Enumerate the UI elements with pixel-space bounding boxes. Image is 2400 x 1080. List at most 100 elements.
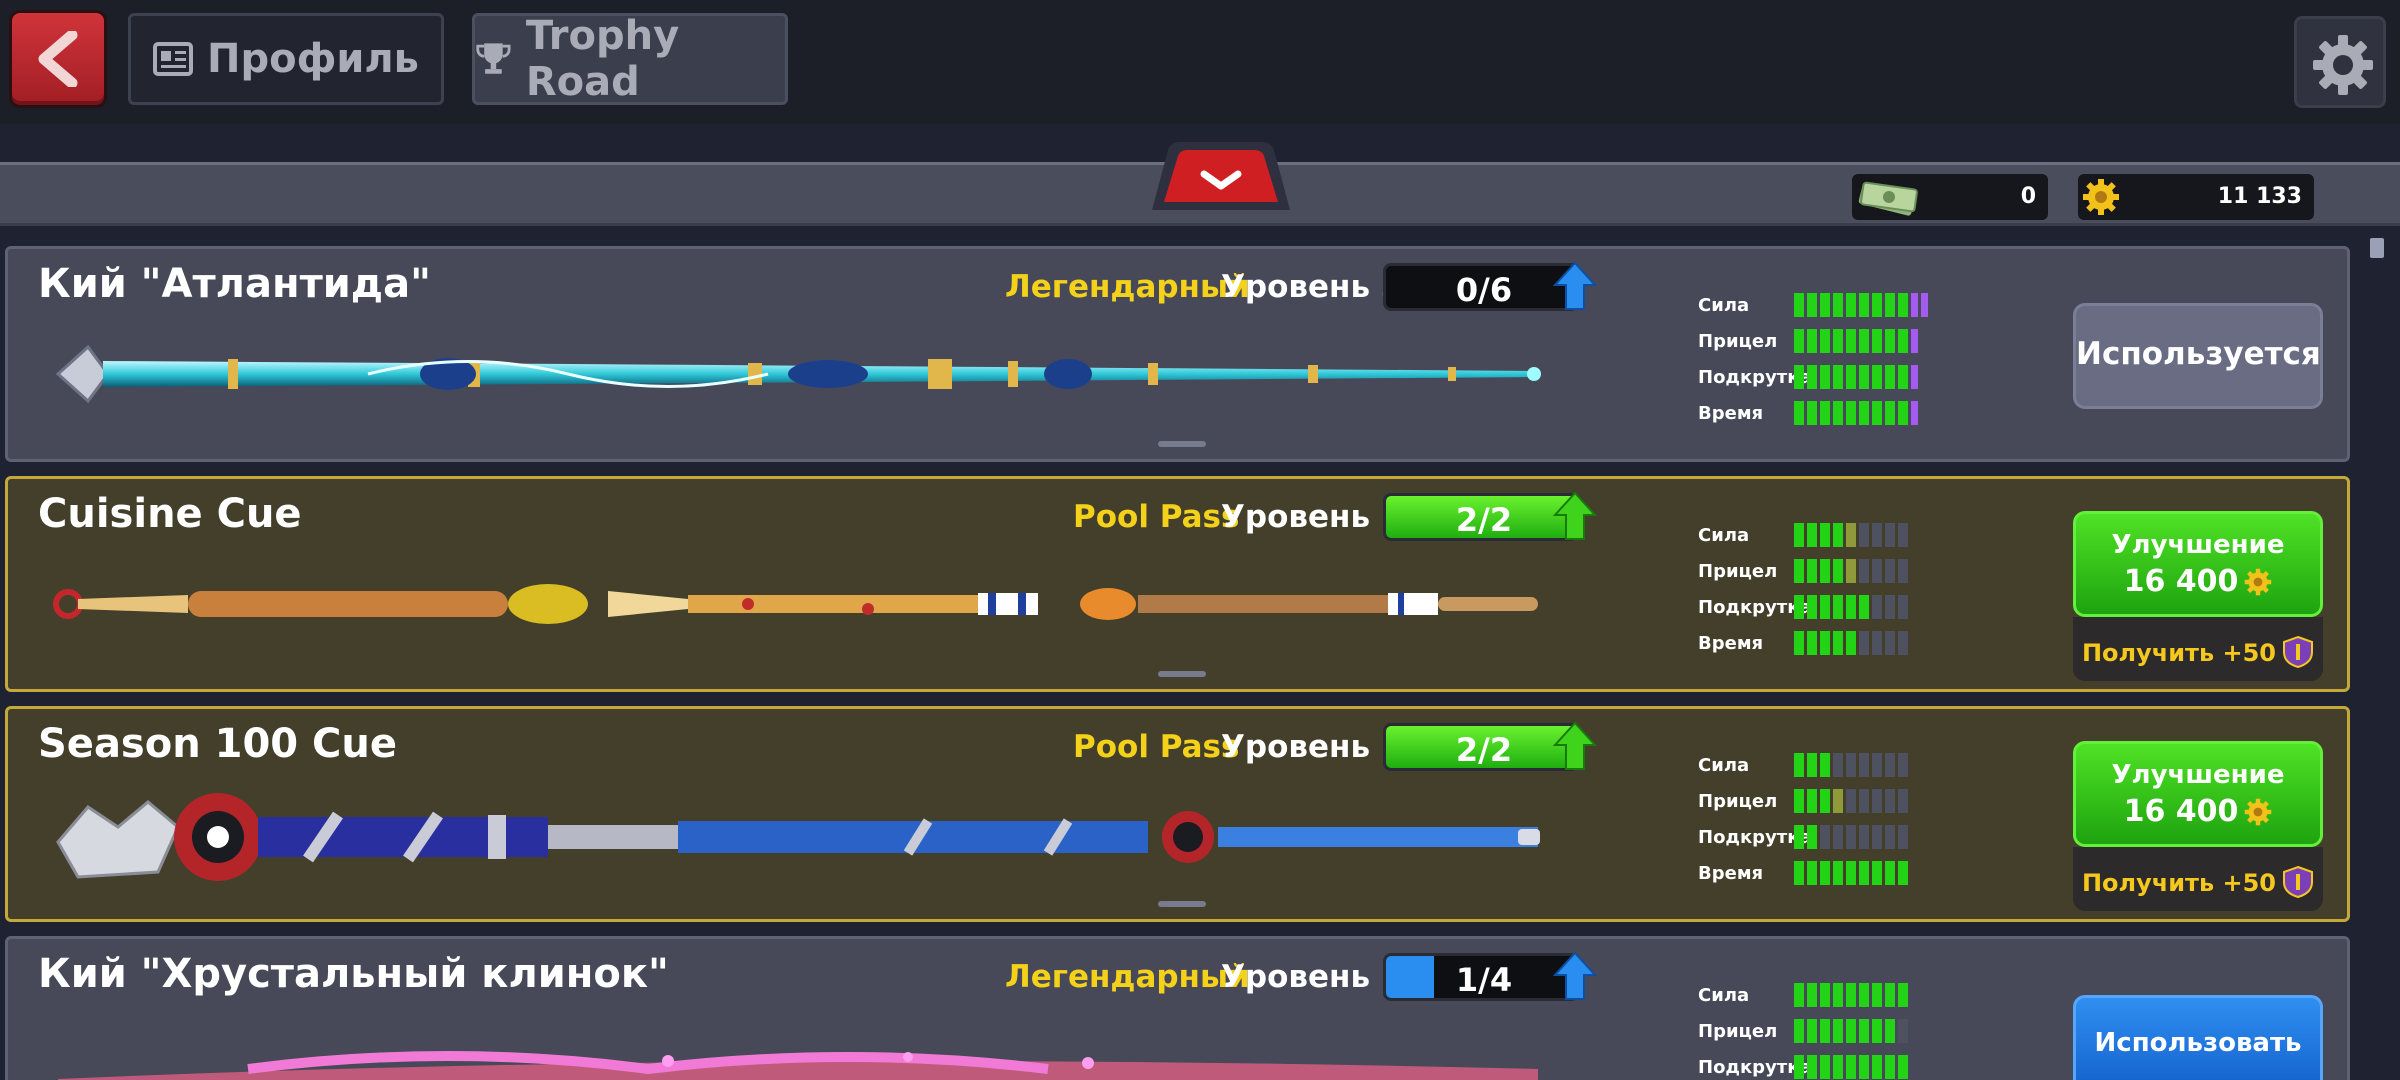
stat-segment — [1846, 753, 1856, 777]
stat-segment — [1833, 293, 1843, 317]
coin-icon — [2245, 568, 2272, 596]
stat-segment — [1859, 293, 1869, 317]
stat-time-bars — [1794, 631, 1911, 655]
stat-segment — [1872, 789, 1882, 813]
stat-segment — [1820, 1019, 1830, 1043]
stat-segment — [1794, 789, 1804, 813]
stat-segment — [1898, 595, 1908, 619]
stat-time-label: Время — [1698, 863, 1764, 884]
stat-segment — [1911, 293, 1918, 317]
stat-segment — [1846, 365, 1856, 389]
stat-segment — [1846, 1019, 1856, 1043]
scrollbar[interactable] — [2364, 234, 2388, 1064]
use-button[interactable]: Использовать — [2073, 995, 2323, 1080]
back-button[interactable] — [12, 13, 104, 105]
stat-aim: Прицел — [1698, 789, 1998, 813]
stat-segment — [1872, 753, 1882, 777]
drag-handle[interactable] — [1158, 441, 1206, 447]
upgrade-label: Улучшение — [2111, 760, 2285, 790]
stat-segment — [1807, 631, 1817, 655]
cue-level: Уровень 1 — [1221, 729, 1403, 765]
stat-segment — [1898, 825, 1908, 849]
stat-segment — [1885, 789, 1895, 813]
stat-segment — [1833, 329, 1843, 353]
drag-handle[interactable] — [1158, 901, 1206, 907]
stat-segment — [1807, 753, 1817, 777]
stat-segment — [1859, 753, 1869, 777]
stat-segment — [1794, 753, 1804, 777]
upgrade-price-value: 16 400 — [2123, 794, 2239, 829]
stat-segment — [1833, 753, 1843, 777]
stat-segment — [1807, 1019, 1817, 1043]
stat-segment — [1846, 559, 1856, 583]
stat-segment — [1820, 753, 1830, 777]
stat-segment — [1898, 1055, 1908, 1079]
cue-card[interactable]: Season 100 Cue Pool Pass Уровень 1 2/2 С… — [5, 706, 2350, 922]
stat-segment — [1885, 523, 1895, 547]
upgrade-price-value: 16 400 — [2123, 564, 2239, 599]
stat-aim-bars — [1794, 329, 1921, 353]
stat-power-bars — [1794, 293, 1931, 317]
coin-icon — [2245, 798, 2272, 826]
upgrade-button[interactable]: Улучшение 16 400 — [2073, 511, 2323, 617]
cue-card[interactable]: Кий "Хрустальный клинок" Легендарный Уро… — [5, 936, 2350, 1080]
gear-icon — [2313, 35, 2373, 95]
stat-segment — [1872, 631, 1882, 655]
upgrade-button[interactable]: Улучшение 16 400 — [2073, 741, 2323, 847]
stat-segment — [1898, 401, 1908, 425]
upgrade-label: Улучшение — [2111, 530, 2285, 560]
stat-segment — [1911, 401, 1918, 425]
stat-segment — [1885, 861, 1895, 885]
settings-button[interactable] — [2294, 16, 2386, 108]
stat-aim-bars — [1794, 1019, 1911, 1043]
stat-power-bars — [1794, 523, 1911, 547]
cue-card[interactable]: Кий "Атлантида" Легендарный Уровень 3 0/… — [5, 246, 2350, 462]
cue-level: Уровень 1 — [1221, 499, 1403, 535]
cue-rarity: Легендарный — [1005, 959, 1250, 995]
stat-segment — [1898, 789, 1908, 813]
tab-trophy-road[interactable]: Trophy Road — [472, 13, 788, 105]
stat-time-bars — [1794, 861, 1911, 885]
stat-power: Сила — [1698, 523, 1998, 547]
stat-segment — [1820, 293, 1830, 317]
pool-pass-shield-icon — [2283, 635, 2314, 669]
drag-handle[interactable] — [1158, 671, 1206, 677]
get-more-button[interactable]: Получить +50 — [2073, 847, 2323, 911]
stat-segment — [1833, 559, 1843, 583]
stat-segment — [1807, 293, 1817, 317]
get-more-button[interactable]: Получить +50 — [2073, 617, 2323, 681]
cue-card[interactable]: Cuisine Cue Pool Pass Уровень 1 2/2 Сила… — [5, 476, 2350, 692]
level-up-arrow-icon — [1553, 721, 1597, 770]
stat-segment — [1794, 825, 1804, 849]
stat-segment — [1872, 365, 1882, 389]
stat-segment — [1820, 595, 1830, 619]
stat-spin: Подкрутка — [1698, 1055, 1998, 1079]
stat-segment — [1846, 523, 1856, 547]
stat-aim: Прицел — [1698, 329, 1998, 353]
stat-segment — [1820, 329, 1830, 353]
stat-segment — [1859, 631, 1869, 655]
cue-level: Уровень 2 — [1221, 959, 1403, 995]
stat-power: Сила — [1698, 293, 1998, 317]
stat-segment — [1807, 861, 1817, 885]
in-use-button[interactable]: Используется — [2073, 303, 2323, 409]
cue-image-atlantis — [55, 344, 1541, 404]
level-up-arrow-icon — [1553, 491, 1597, 540]
stat-segment — [1794, 401, 1804, 425]
stat-segment — [1794, 595, 1804, 619]
collapse-button[interactable] — [1138, 140, 1304, 214]
stat-aim: Прицел — [1698, 1019, 1998, 1043]
tab-profile[interactable]: Профиль — [128, 13, 444, 105]
stat-segment — [1872, 559, 1882, 583]
cue-name: Season 100 Cue — [38, 721, 398, 767]
stat-segment — [1872, 983, 1882, 1007]
get-more-label: Получить +50 — [2081, 869, 2277, 897]
scroll-thumb[interactable] — [2370, 238, 2384, 258]
back-arrow-icon — [38, 31, 78, 87]
stat-segment — [1807, 523, 1817, 547]
stat-segment — [1872, 293, 1882, 317]
stat-segment — [1859, 789, 1869, 813]
level-progress-bar: 2/2 — [1383, 723, 1579, 771]
stat-segment — [1820, 789, 1830, 813]
stat-power-bars — [1794, 753, 1911, 777]
